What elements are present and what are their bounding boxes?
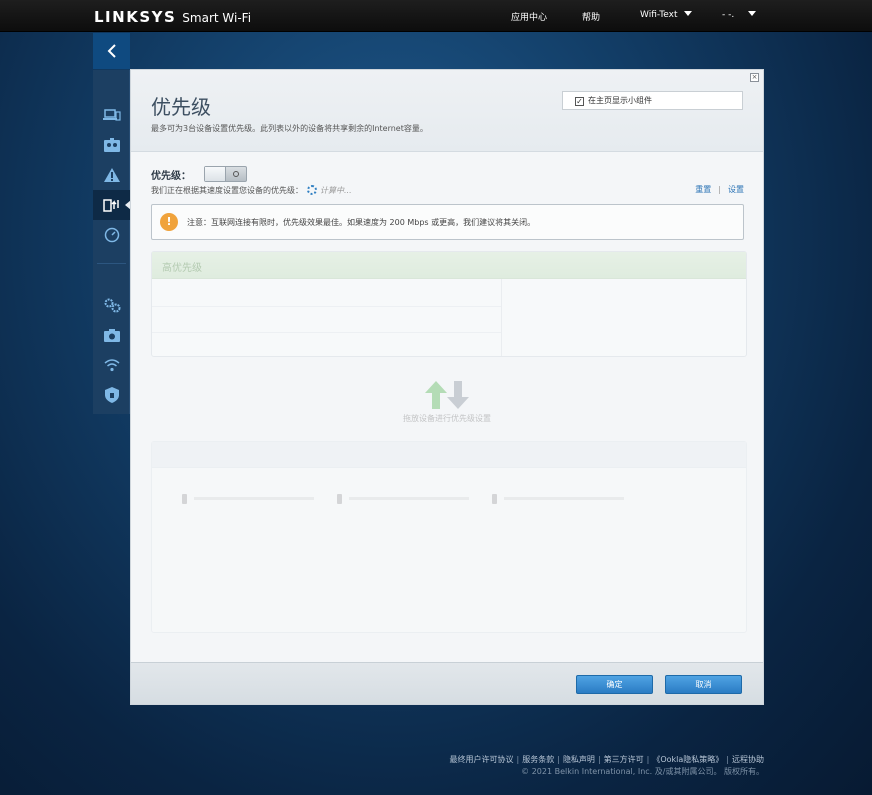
checkbox-checked-icon: ✓ [575, 97, 584, 106]
footer-separator: | [516, 755, 520, 764]
toggle-knob [205, 167, 226, 181]
normal-priority-header [152, 442, 746, 468]
warning-icon: ! [160, 213, 178, 231]
chevron-left-icon [107, 44, 116, 58]
linksys-logo: LINKSYS [94, 8, 177, 26]
rail-speedtest[interactable] [93, 220, 130, 250]
dialog-header: 优先级 最多可为3台设备设置优先级。此列表以外的设备将共享剩余的Internet… [131, 70, 763, 152]
footer-link-privacy[interactable]: 隐私声明 [563, 755, 595, 764]
drag-arrows [425, 381, 469, 412]
device-icon [337, 494, 342, 504]
high-priority-panel: 高优先级 [151, 251, 747, 357]
high-priority-header: 高优先级 [152, 252, 746, 279]
speed-status: 我们正在根据其速度设置您设备的优先级： 计算中... [151, 185, 352, 196]
priority-dialog: 优先级 最多可为3台设备设置优先级。此列表以外的设备将共享剩余的Internet… [130, 69, 764, 705]
drag-updown-icon [425, 381, 469, 409]
nav-user-menu[interactable]: - -. [722, 10, 757, 20]
camera-icon [103, 329, 120, 342]
link-separator: | [718, 185, 721, 194]
rail-security[interactable] [93, 380, 130, 410]
dialog-footer: 确定 取消 [131, 662, 763, 704]
footer-link-ookla[interactable]: 《Ookla隐私策略》 [652, 755, 723, 764]
drag-hint: 拖放设备进行优先级设置 [403, 414, 491, 423]
rail-alerts[interactable] [93, 160, 130, 190]
rail-parental[interactable] [93, 130, 130, 160]
footer-separator: | [597, 755, 601, 764]
devices-icon [102, 109, 121, 121]
speed-status-text: 我们正在根据其速度设置您设备的优先级： [151, 186, 303, 195]
show-widget-checkbox[interactable]: ✓ 在主页显示小组件 [562, 91, 743, 110]
rail-troubleshooting[interactable] [93, 320, 130, 350]
footer-link-eula[interactable]: 最终用户许可协议 [450, 755, 514, 764]
nav-apps[interactable]: 应用中心 [511, 10, 547, 23]
ok-button[interactable]: 确定 [576, 675, 653, 694]
nav-network-menu[interactable]: Wifi-Text [640, 10, 692, 20]
back-button[interactable] [93, 33, 130, 69]
page-description: 最多可为3台设备设置优先级。此列表以外的设备将共享剩余的Internet容量。 [151, 124, 428, 133]
footer-link-third-party[interactable]: 第三方许可 [604, 755, 644, 764]
priority-icon [102, 199, 119, 212]
warning-icon [103, 168, 120, 182]
notice-banner: ! 注意：互联网连接有限时，优先级效果最佳。如果速度为 200 Mbps 或更高… [151, 204, 744, 240]
top-bar: LINKSYS Smart Wi-Fi 应用中心 帮助 Wifi-Text - -… [0, 0, 872, 32]
network-name: Wifi-Text [640, 10, 678, 20]
device-row [504, 497, 624, 500]
priority-slot [152, 332, 501, 333]
header-links: 重置 | 设置 [695, 184, 744, 195]
brand: LINKSYS Smart Wi-Fi [94, 8, 251, 26]
wifi-icon [104, 359, 119, 372]
shield-icon [104, 387, 119, 403]
rail-wireless[interactable] [93, 350, 130, 380]
copyright: © 2021 Belkin International, Inc. 及/或其附属… [521, 767, 764, 776]
close-icon[interactable]: × [750, 73, 759, 82]
normal-priority-panel [151, 441, 747, 633]
footer-separator: | [646, 755, 650, 764]
show-widget-label: 在主页显示小组件 [588, 96, 652, 105]
footer-separator: | [726, 755, 729, 764]
product-name: Smart Wi-Fi [182, 11, 252, 25]
computing-text: 计算中... [320, 186, 352, 195]
user-name: - -. [722, 10, 735, 20]
footer-separator: | [557, 755, 560, 764]
rail-connectivity[interactable] [93, 290, 130, 320]
left-rail [93, 70, 131, 414]
priority-label: 优先级： [151, 171, 191, 182]
settings-link[interactable]: 设置 [728, 185, 744, 194]
device-row [349, 497, 469, 500]
footer-links: 最终用户许可协议 | 服务条款 | 隐私声明 | 第三方许可 | 《Ookla隐私策略》 | 远程协… [450, 754, 764, 765]
chevron-down-icon [748, 11, 757, 16]
rail-priority[interactable] [93, 190, 131, 220]
reset-link[interactable]: 重置 [695, 185, 711, 194]
priority-toggle[interactable] [204, 166, 247, 182]
column-divider [501, 279, 502, 356]
device-row [194, 497, 314, 500]
gears-icon [104, 298, 120, 313]
notice-text: 注意：互联网连接有限时，优先级效果最佳。如果速度为 200 Mbps 或更高，我… [187, 218, 536, 227]
family-icon [103, 138, 120, 152]
rail-devices[interactable] [93, 100, 130, 130]
speedometer-icon [104, 227, 119, 243]
chevron-down-icon [683, 11, 692, 16]
rail-divider [97, 263, 126, 264]
footer-link-remote-assist[interactable]: 远程协助 [732, 755, 764, 764]
footer-link-terms[interactable]: 服务条款 [522, 755, 554, 764]
cancel-button[interactable]: 取消 [665, 675, 742, 694]
page-title: 优先级 [151, 95, 211, 119]
spinner-icon [307, 185, 317, 195]
device-icon [492, 494, 497, 504]
device-icon [182, 494, 187, 504]
nav-help[interactable]: 帮助 [582, 10, 600, 23]
priority-slot [152, 306, 501, 307]
off-icon [233, 171, 239, 177]
